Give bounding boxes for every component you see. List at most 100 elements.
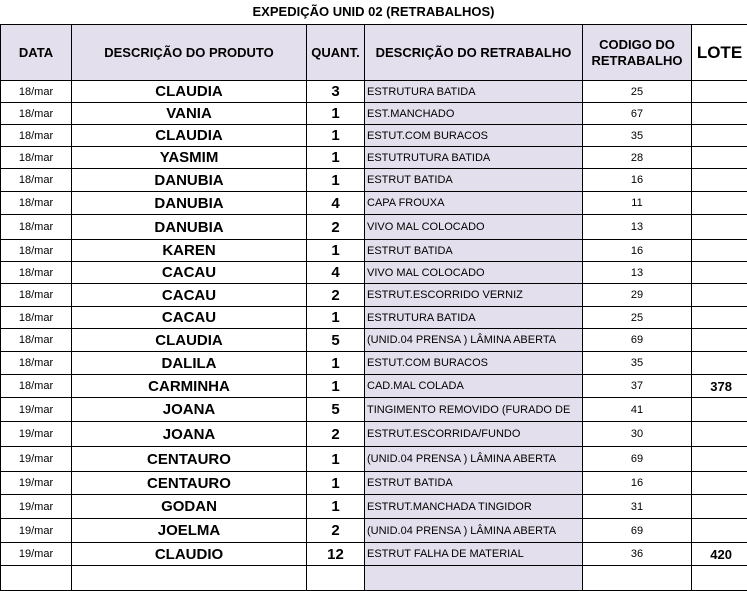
cell-quant[interactable]: 1 [307, 240, 365, 262]
cell-produto[interactable]: CENTAURO [72, 472, 307, 495]
cell-codigo[interactable]: 69 [583, 519, 692, 543]
cell-quant[interactable]: 1 [307, 169, 365, 192]
cell-quant[interactable]: 5 [307, 398, 365, 422]
cell-quant[interactable]: 1 [307, 447, 365, 472]
cell-lote[interactable] [692, 284, 747, 307]
cell-quant[interactable]: 1 [307, 147, 365, 169]
cell-produto[interactable] [72, 566, 307, 591]
cell-quant[interactable]: 1 [307, 472, 365, 495]
cell-data[interactable]: 19/mar [1, 495, 72, 519]
cell-lote[interactable] [692, 240, 747, 262]
cell-codigo[interactable]: 35 [583, 125, 692, 147]
cell-codigo[interactable]: 37 [583, 375, 692, 398]
cell-retrabalho[interactable]: ESTRUT FALHA DE MATERIAL [365, 543, 583, 566]
header-data[interactable]: DATA [1, 25, 72, 81]
cell-lote[interactable] [692, 447, 747, 472]
cell-produto[interactable]: CACAU [72, 262, 307, 284]
cell-produto[interactable]: JOANA [72, 398, 307, 422]
cell-lote[interactable] [692, 81, 747, 103]
cell-produto[interactable]: DALILA [72, 352, 307, 375]
cell-produto[interactable]: DANUBIA [72, 169, 307, 192]
cell-data[interactable]: 18/mar [1, 125, 72, 147]
cell-retrabalho[interactable]: ESTRUT.ESCORRIDO VERNIZ [365, 284, 583, 307]
cell-lote[interactable] [692, 398, 747, 422]
cell-retrabalho[interactable]: ESTRUT.ESCORRIDA/FUNDO [365, 422, 583, 447]
cell-codigo[interactable]: 25 [583, 307, 692, 329]
cell-produto[interactable]: CLAUDIA [72, 125, 307, 147]
cell-retrabalho[interactable]: (UNID.04 PRENSA ) LÂMINA ABERTA [365, 329, 583, 352]
cell-retrabalho[interactable]: CAD.MAL COLADA [365, 375, 583, 398]
cell-produto[interactable]: CENTAURO [72, 447, 307, 472]
cell-lote[interactable] [692, 192, 747, 215]
cell-produto[interactable]: DANUBIA [72, 215, 307, 240]
cell-produto[interactable]: CACAU [72, 284, 307, 307]
cell-lote[interactable] [692, 307, 747, 329]
cell-codigo[interactable]: 16 [583, 169, 692, 192]
cell-data[interactable]: 18/mar [1, 192, 72, 215]
cell-quant[interactable]: 1 [307, 352, 365, 375]
cell-retrabalho[interactable]: (UNID.04 PRENSA ) LÂMINA ABERTA [365, 447, 583, 472]
cell-produto[interactable]: CLAUDIA [72, 81, 307, 103]
cell-data[interactable]: 19/mar [1, 543, 72, 566]
cell-quant[interactable] [307, 566, 365, 591]
cell-codigo[interactable]: 69 [583, 329, 692, 352]
cell-data[interactable]: 19/mar [1, 422, 72, 447]
cell-quant[interactable]: 1 [307, 375, 365, 398]
cell-codigo[interactable]: 13 [583, 215, 692, 240]
cell-produto[interactable]: DANUBIA [72, 192, 307, 215]
cell-produto[interactable]: JOELMA [72, 519, 307, 543]
cell-retrabalho[interactable]: ESTRUTURA BATIDA [365, 307, 583, 329]
cell-produto[interactable]: CARMINHA [72, 375, 307, 398]
cell-data[interactable]: 18/mar [1, 329, 72, 352]
cell-retrabalho[interactable]: VIVO MAL COLOCADO [365, 215, 583, 240]
cell-produto[interactable]: CACAU [72, 307, 307, 329]
cell-produto[interactable]: KAREN [72, 240, 307, 262]
cell-quant[interactable]: 1 [307, 103, 365, 125]
cell-codigo[interactable]: 30 [583, 422, 692, 447]
cell-data[interactable]: 18/mar [1, 81, 72, 103]
cell-quant[interactable]: 2 [307, 519, 365, 543]
cell-data[interactable]: 18/mar [1, 352, 72, 375]
cell-data[interactable]: 18/mar [1, 262, 72, 284]
cell-data[interactable]: 18/mar [1, 284, 72, 307]
cell-data[interactable]: 19/mar [1, 519, 72, 543]
cell-retrabalho[interactable]: ESTRUTURA BATIDA [365, 81, 583, 103]
cell-retrabalho[interactable]: CAPA FROUXA [365, 192, 583, 215]
cell-data[interactable]: 18/mar [1, 240, 72, 262]
cell-quant[interactable]: 3 [307, 81, 365, 103]
cell-codigo[interactable] [583, 566, 692, 591]
cell-retrabalho[interactable]: EST.MANCHADO [365, 103, 583, 125]
cell-produto[interactable]: JOANA [72, 422, 307, 447]
cell-codigo[interactable]: 25 [583, 81, 692, 103]
cell-lote[interactable] [692, 422, 747, 447]
cell-codigo[interactable]: 16 [583, 240, 692, 262]
cell-lote[interactable] [692, 519, 747, 543]
cell-produto[interactable]: YASMIM [72, 147, 307, 169]
cell-quant[interactable]: 2 [307, 422, 365, 447]
cell-data[interactable]: 18/mar [1, 215, 72, 240]
cell-lote[interactable] [692, 329, 747, 352]
cell-produto[interactable]: CLAUDIO [72, 543, 307, 566]
cell-quant[interactable]: 1 [307, 307, 365, 329]
cell-lote[interactable]: 420 [692, 543, 747, 566]
header-lote[interactable]: LOTE [692, 25, 747, 81]
cell-quant[interactable]: 12 [307, 543, 365, 566]
header-quant[interactable]: QUANT. [307, 25, 365, 81]
cell-quant[interactable]: 5 [307, 329, 365, 352]
cell-codigo[interactable]: 16 [583, 472, 692, 495]
cell-retrabalho[interactable]: ESTUTRUTURA BATIDA [365, 147, 583, 169]
cell-retrabalho[interactable]: TINGIMENTO REMOVIDO (FURADO DE [365, 398, 583, 422]
cell-codigo[interactable]: 29 [583, 284, 692, 307]
cell-codigo[interactable]: 67 [583, 103, 692, 125]
cell-retrabalho[interactable]: ESTUT.COM BURACOS [365, 352, 583, 375]
header-codigo[interactable]: CODIGO DO RETRABALHO [583, 25, 692, 81]
cell-retrabalho[interactable] [365, 566, 583, 591]
cell-lote[interactable] [692, 215, 747, 240]
cell-data[interactable]: 19/mar [1, 398, 72, 422]
cell-lote[interactable] [692, 103, 747, 125]
cell-quant[interactable]: 2 [307, 284, 365, 307]
cell-codigo[interactable]: 11 [583, 192, 692, 215]
cell-retrabalho[interactable]: ESTRUT.MANCHADA TINGIDOR [365, 495, 583, 519]
cell-codigo[interactable]: 31 [583, 495, 692, 519]
cell-lote[interactable] [692, 495, 747, 519]
